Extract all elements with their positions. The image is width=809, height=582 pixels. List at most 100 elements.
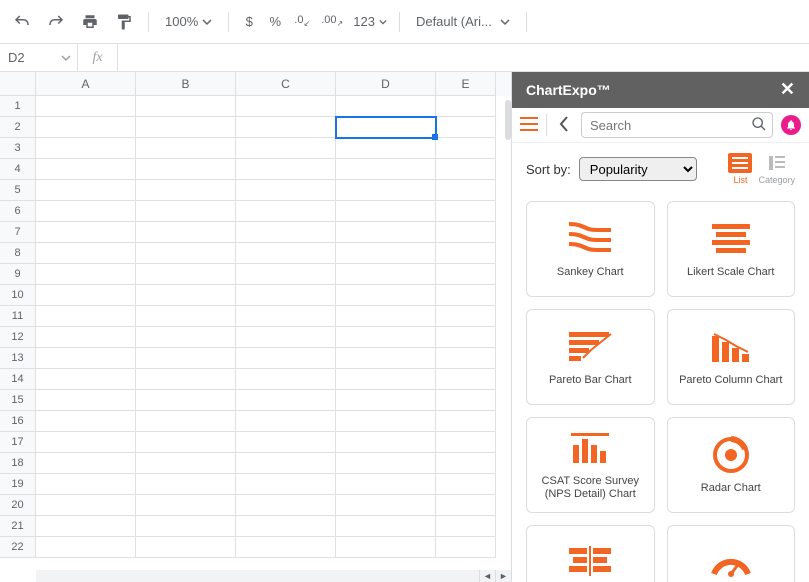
cell[interactable] xyxy=(336,201,436,222)
cell[interactable] xyxy=(36,138,136,159)
view-category-button[interactable]: Category xyxy=(758,153,795,185)
cell[interactable] xyxy=(136,327,236,348)
cell[interactable] xyxy=(136,264,236,285)
name-box[interactable]: D2 xyxy=(0,44,78,71)
cell[interactable] xyxy=(136,495,236,516)
cell[interactable] xyxy=(36,537,136,558)
row-header[interactable]: 1 xyxy=(0,96,36,117)
notifications-button[interactable] xyxy=(781,115,801,135)
cell[interactable] xyxy=(336,222,436,243)
cell[interactable] xyxy=(36,159,136,180)
cell[interactable] xyxy=(136,432,236,453)
cell[interactable] xyxy=(336,243,436,264)
chart-card-gauge[interactable]: Gauge Chart xyxy=(667,525,796,582)
more-formats-button[interactable]: 123 xyxy=(351,8,389,36)
row-header[interactable]: 8 xyxy=(0,243,36,264)
cell[interactable] xyxy=(136,390,236,411)
print-button[interactable] xyxy=(76,8,104,36)
cell[interactable] xyxy=(436,516,496,537)
row-header[interactable]: 12 xyxy=(0,327,36,348)
chart-card-likert[interactable]: Likert Scale Chart xyxy=(667,201,796,297)
search-input[interactable] xyxy=(581,112,773,138)
chart-card-csat[interactable]: CSAT Score Survey (NPS Detail) Chart xyxy=(526,417,655,513)
close-panel-button[interactable]: ✕ xyxy=(780,79,795,100)
cell[interactable] xyxy=(236,495,336,516)
cell[interactable] xyxy=(236,243,336,264)
back-button[interactable] xyxy=(555,116,573,135)
paint-format-button[interactable] xyxy=(110,8,138,36)
row-header[interactable]: 10 xyxy=(0,285,36,306)
row-header[interactable]: 4 xyxy=(0,159,36,180)
cell[interactable] xyxy=(36,474,136,495)
cell[interactable] xyxy=(236,159,336,180)
cell[interactable] xyxy=(36,243,136,264)
chart-card-paretocol[interactable]: Pareto Column Chart xyxy=(667,309,796,405)
cell[interactable] xyxy=(36,327,136,348)
cell[interactable] xyxy=(236,537,336,558)
cell[interactable] xyxy=(36,390,136,411)
zoom-select[interactable]: 100% xyxy=(159,8,218,36)
row-header[interactable]: 13 xyxy=(0,348,36,369)
cell[interactable] xyxy=(136,285,236,306)
cell[interactable] xyxy=(136,180,236,201)
cell[interactable] xyxy=(136,306,236,327)
column-header[interactable]: A xyxy=(36,72,136,96)
row-header[interactable]: 11 xyxy=(0,306,36,327)
row-header[interactable]: 5 xyxy=(0,180,36,201)
cell[interactable] xyxy=(436,327,496,348)
vertical-scrollbar[interactable] xyxy=(505,100,511,140)
cell[interactable] xyxy=(136,537,236,558)
cell[interactable] xyxy=(136,222,236,243)
increase-decimal-button[interactable]: .00↗ xyxy=(319,8,345,36)
cell[interactable] xyxy=(336,327,436,348)
cell[interactable] xyxy=(236,390,336,411)
row-header[interactable]: 7 xyxy=(0,222,36,243)
cell[interactable] xyxy=(36,306,136,327)
cell[interactable] xyxy=(36,369,136,390)
select-all-corner[interactable] xyxy=(0,72,36,96)
cell[interactable] xyxy=(436,264,496,285)
cell[interactable] xyxy=(436,495,496,516)
cell[interactable] xyxy=(236,264,336,285)
cell[interactable] xyxy=(136,516,236,537)
cell[interactable] xyxy=(336,306,436,327)
cell[interactable] xyxy=(336,411,436,432)
cell[interactable] xyxy=(336,138,436,159)
cell[interactable] xyxy=(436,180,496,201)
cell[interactable] xyxy=(436,432,496,453)
sortby-select[interactable]: Popularity xyxy=(579,157,697,181)
cell[interactable] xyxy=(236,516,336,537)
cell[interactable] xyxy=(436,243,496,264)
cell[interactable] xyxy=(136,201,236,222)
cell[interactable] xyxy=(436,96,496,117)
cell[interactable] xyxy=(336,453,436,474)
column-header[interactable]: C xyxy=(236,72,336,96)
undo-button[interactable] xyxy=(8,8,36,36)
row-header[interactable]: 21 xyxy=(0,516,36,537)
cell[interactable] xyxy=(36,285,136,306)
cell[interactable] xyxy=(336,96,436,117)
cell[interactable] xyxy=(36,432,136,453)
row-header[interactable]: 3 xyxy=(0,138,36,159)
cell[interactable] xyxy=(336,495,436,516)
row-header[interactable]: 20 xyxy=(0,495,36,516)
row-header[interactable]: 16 xyxy=(0,411,36,432)
cell[interactable] xyxy=(36,453,136,474)
row-header[interactable]: 17 xyxy=(0,432,36,453)
cell[interactable] xyxy=(36,222,136,243)
cell[interactable] xyxy=(136,159,236,180)
column-header[interactable]: B xyxy=(136,72,236,96)
row-header[interactable]: 6 xyxy=(0,201,36,222)
cell[interactable] xyxy=(436,285,496,306)
spreadsheet-grid[interactable]: A B C D E 123456789101112131415161718192… xyxy=(0,72,511,582)
cell[interactable] xyxy=(36,117,136,138)
cell[interactable] xyxy=(36,411,136,432)
decrease-decimal-button[interactable]: .0↙ xyxy=(291,8,313,36)
cell[interactable] xyxy=(136,411,236,432)
cell[interactable] xyxy=(236,474,336,495)
cell[interactable] xyxy=(36,96,136,117)
cell[interactable] xyxy=(336,348,436,369)
cell[interactable] xyxy=(436,306,496,327)
cell[interactable] xyxy=(36,264,136,285)
cell[interactable] xyxy=(236,453,336,474)
